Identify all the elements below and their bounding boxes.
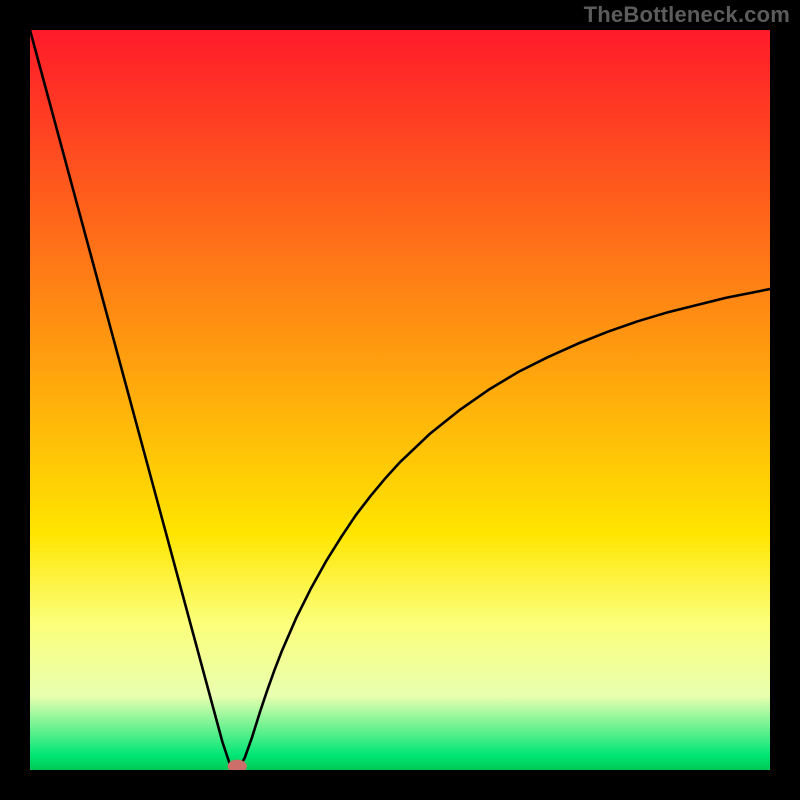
watermark-text: TheBottleneck.com <box>584 2 790 28</box>
chart-frame: TheBottleneck.com <box>0 0 800 800</box>
gradient-background <box>30 30 770 770</box>
bottleneck-plot <box>30 30 770 770</box>
